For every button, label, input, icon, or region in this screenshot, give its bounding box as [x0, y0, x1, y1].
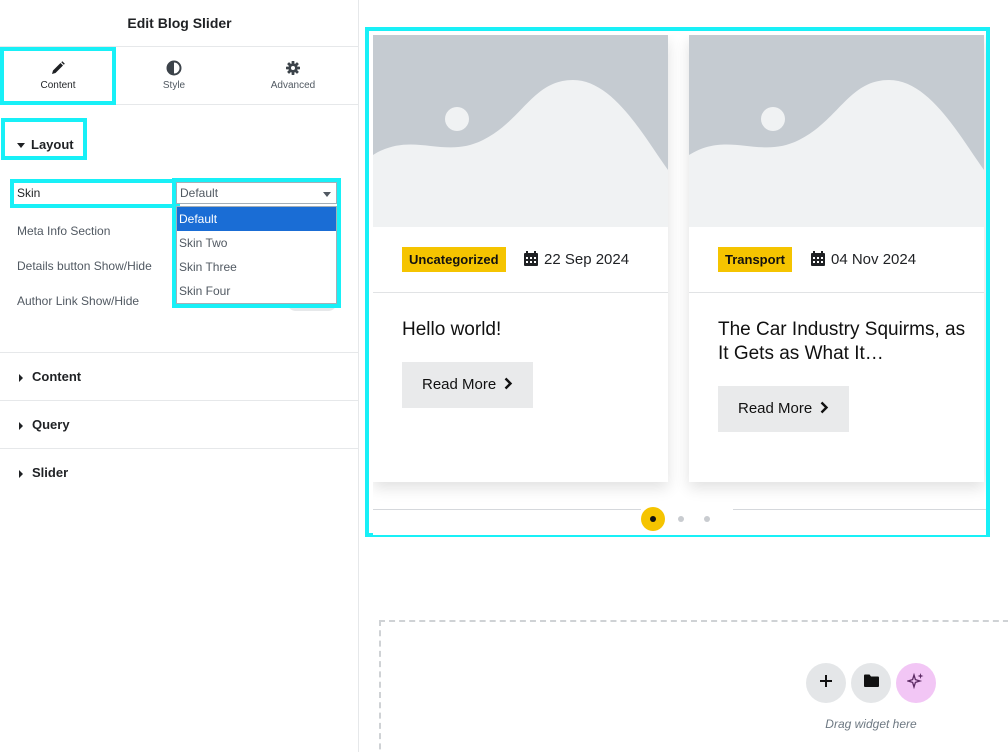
skin-option-skin-three[interactable]: Skin Three	[177, 255, 336, 279]
skin-option-skin-four[interactable]: Skin Four	[177, 279, 336, 303]
tab-advanced-label: Advanced	[270, 80, 316, 91]
half-circle-icon	[166, 60, 182, 76]
blog-slider-widget[interactable]: Uncategorized 22 Sep 2024 Hello world! R…	[365, 27, 990, 537]
post-title[interactable]: The Car Industry Squirms, as It Gets as …	[718, 318, 968, 366]
divider	[0, 448, 359, 449]
chevron-down-icon	[323, 192, 331, 197]
chevron-right-icon	[504, 363, 513, 409]
section-layout-label: Layout	[31, 137, 74, 152]
image-placeholder	[689, 35, 984, 227]
section-query-toggle[interactable]: Query	[19, 417, 70, 432]
details-button-label: Details button Show/Hide	[17, 259, 152, 273]
add-template-button[interactable]	[851, 663, 891, 703]
pagination-dot[interactable]	[678, 516, 684, 522]
card-meta: Transport 04 Nov 2024	[689, 227, 984, 293]
read-more-button[interactable]: Read More	[402, 362, 534, 409]
drag-widget-hint: Drag widget here	[825, 717, 917, 731]
read-more-label: Read More	[738, 400, 813, 417]
divider	[0, 400, 359, 401]
slider-pagination	[641, 505, 733, 533]
tab-style-label: Style	[162, 80, 186, 91]
blog-card: Transport 04 Nov 2024 The Car Industry S…	[689, 35, 984, 482]
card-meta: Uncategorized 22 Sep 2024	[373, 227, 668, 293]
category-badge[interactable]: Transport	[718, 247, 792, 272]
caret-right-icon	[19, 469, 23, 478]
tab-content[interactable]: Content	[0, 47, 116, 105]
tab-style[interactable]: Style	[116, 47, 232, 105]
caret-right-icon	[19, 373, 23, 382]
read-more-button[interactable]: Read More	[718, 386, 850, 433]
skin-dropdown-list: Default Skin Two Skin Three Skin Four	[176, 206, 337, 304]
section-slider-label: Slider	[32, 465, 69, 480]
pagination-dot[interactable]	[704, 516, 710, 522]
calendar-icon	[811, 249, 825, 274]
blog-card: Uncategorized 22 Sep 2024 Hello world! R…	[373, 35, 668, 482]
gear-icon	[285, 60, 301, 76]
post-title[interactable]: Hello world!	[402, 318, 652, 342]
post-date: 04 Nov 2024	[811, 247, 916, 272]
ai-sparkle-icon	[905, 672, 925, 695]
skin-select-value: Default	[180, 186, 219, 200]
add-section-button[interactable]	[806, 663, 846, 703]
section-slider-toggle[interactable]: Slider	[19, 465, 68, 480]
caret-right-icon	[19, 421, 23, 430]
panel-title: Edit Blog Slider	[0, 0, 359, 47]
skin-select[interactable]: Default	[176, 182, 337, 204]
section-layout-toggle[interactable]: Layout	[1, 118, 87, 160]
skin-label: Skin	[10, 179, 180, 208]
pencil-icon	[50, 60, 66, 76]
tab-advanced[interactable]: Advanced	[235, 47, 351, 105]
meta-info-label: Meta Info Section	[17, 224, 111, 238]
skin-select-wrapper: Default Default Skin Two Skin Three Skin…	[172, 178, 341, 308]
folder-icon	[863, 674, 879, 692]
post-date: 22 Sep 2024	[524, 247, 629, 272]
active-dot-center	[650, 516, 656, 522]
category-badge[interactable]: Uncategorized	[402, 247, 506, 272]
read-more-label: Read More	[422, 376, 497, 393]
section-content-label: Content	[32, 369, 82, 384]
panel-tabs: Content Style Advanced	[0, 47, 359, 105]
post-date-text: 04 Nov 2024	[831, 251, 917, 268]
post-date-text: 22 Sep 2024	[544, 251, 630, 268]
tab-content-label: Content	[40, 80, 76, 91]
skin-option-default[interactable]: Default	[177, 207, 336, 231]
author-link-label: Author Link Show/Hide	[17, 294, 140, 308]
divider	[0, 352, 359, 353]
slider-track: Uncategorized 22 Sep 2024 Hello world! R…	[373, 35, 986, 535]
caret-down-icon	[17, 143, 25, 149]
pagination-dot-active[interactable]	[641, 507, 665, 531]
calendar-icon	[524, 249, 538, 274]
editor-panel: Edit Blog Slider Content Style Advanced …	[0, 0, 359, 752]
skin-option-skin-two[interactable]: Skin Two	[177, 231, 336, 255]
chevron-right-icon	[820, 387, 829, 433]
add-icon	[819, 674, 833, 693]
section-content-toggle[interactable]: Content	[19, 369, 81, 384]
image-placeholder	[373, 35, 668, 227]
section-query-label: Query	[32, 417, 70, 432]
ai-generate-button[interactable]	[896, 663, 936, 703]
